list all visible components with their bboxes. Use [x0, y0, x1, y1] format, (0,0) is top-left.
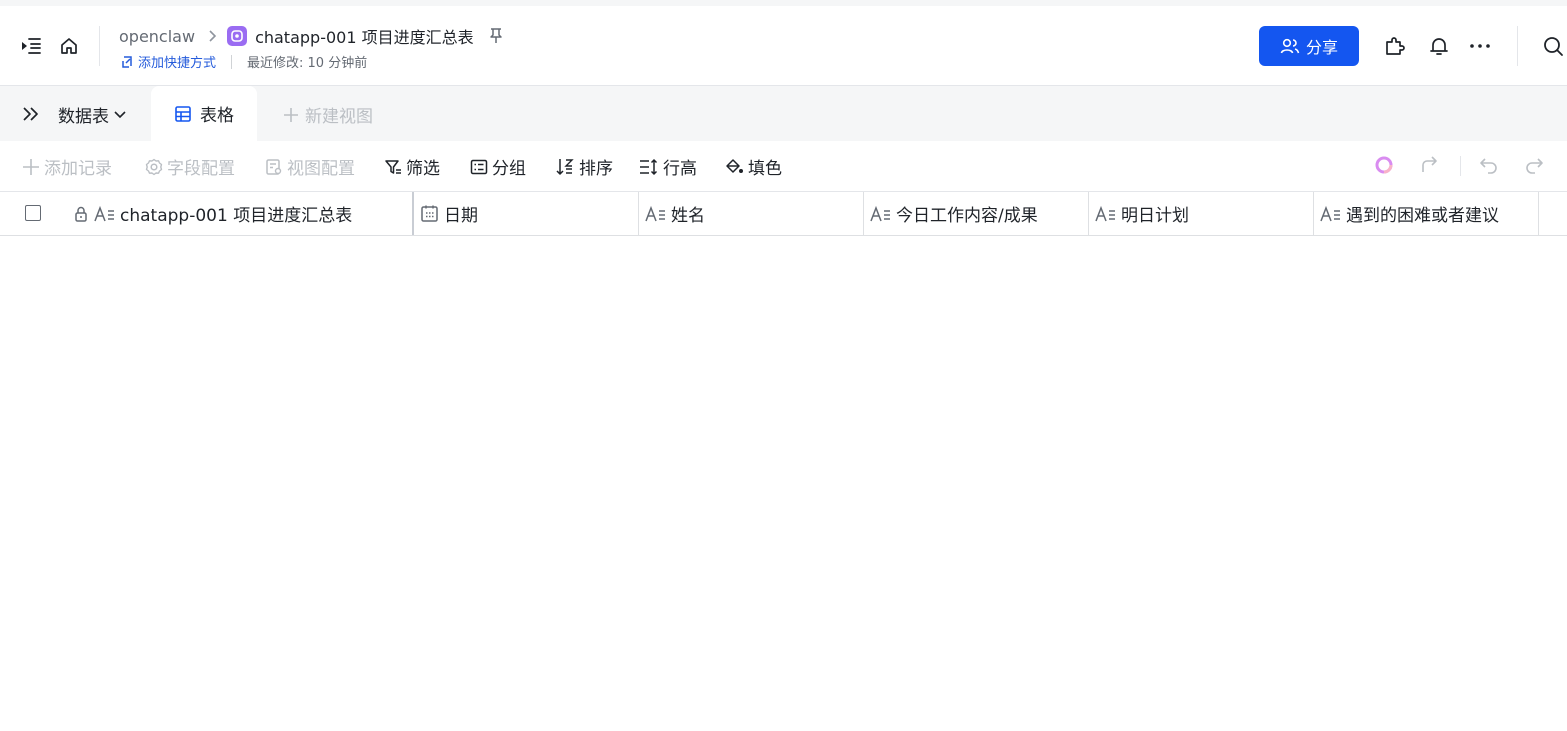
grid-view-icon: [175, 105, 191, 122]
column-header-label: 姓名: [671, 206, 705, 226]
new-view-label: 新建视图: [305, 107, 373, 127]
more-icon[interactable]: [1469, 36, 1491, 56]
shortcut-icon: [122, 55, 132, 68]
text-field-icon: [94, 205, 116, 223]
text-field-icon: [1320, 205, 1342, 223]
paint-bucket-icon: [726, 158, 743, 173]
share-out-icon[interactable]: [1420, 155, 1440, 175]
sidebar-toggle-icon[interactable]: [20, 36, 42, 56]
row-height-label: 行高: [663, 159, 697, 179]
field-config-label: 字段配置: [167, 159, 235, 179]
column-header-label: chatapp-001 项目进度汇总表: [120, 206, 353, 226]
share-users-icon: [1280, 38, 1300, 54]
datasheet-label: 数据表: [58, 107, 109, 127]
view-settings-icon: [266, 158, 282, 175]
column-header-primary[interactable]: chatapp-001 项目进度汇总表: [70, 192, 414, 235]
add-shortcut-link[interactable]: 添加快捷方式: [120, 52, 216, 71]
group-icon: [470, 159, 488, 174]
plus-icon: [284, 107, 298, 122]
chevron-right-icon: [207, 29, 217, 43]
text-field-icon: [645, 205, 667, 223]
view-toolbar: 添加记录 字段配置 视图配置 筛选 分组 排序 行高 填色: [0, 141, 1567, 192]
tab-grid-view[interactable]: 表格: [151, 86, 257, 141]
home-icon[interactable]: [59, 36, 79, 56]
base-app-icon: [227, 26, 248, 46]
undo-icon[interactable]: [1479, 155, 1499, 175]
group-button[interactable]: 分组: [470, 154, 526, 179]
doc-subline: 添加快捷方式 最近修改: 10 分钟前: [120, 52, 367, 71]
header-divider-right: [1517, 26, 1518, 66]
row-height-icon: [640, 158, 658, 175]
last-modified-text: 最近修改: 10 分钟前: [247, 56, 368, 71]
plus-icon: [23, 158, 39, 175]
filter-label: 筛选: [406, 159, 440, 179]
new-view-button[interactable]: 新建视图: [283, 102, 373, 127]
fill-color-button[interactable]: 填色: [724, 154, 782, 179]
redo-icon[interactable]: [1524, 155, 1544, 175]
grid-body-empty: [0, 236, 1567, 731]
toolbar-divider: [1460, 156, 1461, 176]
column-header-label: 今日工作内容/成果: [896, 206, 1038, 226]
share-button[interactable]: 分享: [1259, 26, 1359, 66]
chevron-down-icon: [114, 110, 126, 118]
field-config-button[interactable]: 字段配置: [145, 154, 235, 179]
plugin-icon[interactable]: [1384, 35, 1406, 57]
fill-color-label: 填色: [748, 159, 782, 179]
breadcrumb: openclaw chatapp-001 项目进度汇总表: [119, 24, 504, 48]
filter-button[interactable]: 筛选: [384, 154, 440, 179]
column-header-label: 明日计划: [1121, 206, 1189, 226]
sort-icon: [556, 158, 574, 175]
row-height-button[interactable]: 行高: [639, 154, 697, 179]
lock-icon: [72, 205, 90, 223]
share-label: 分享: [1305, 38, 1338, 57]
filter-icon: [385, 159, 401, 174]
view-config-label: 视图配置: [287, 159, 355, 179]
doc-title[interactable]: chatapp-001 项目进度汇总表: [255, 24, 474, 48]
column-header-difficulties[interactable]: 遇到的困难或者建议: [1314, 192, 1539, 235]
gear-icon: [145, 158, 163, 175]
column-header-name[interactable]: 姓名: [639, 192, 864, 235]
column-header-today-work[interactable]: 今日工作内容/成果: [864, 192, 1089, 235]
group-label: 分组: [492, 159, 526, 179]
column-header-tomorrow-plan[interactable]: 明日计划: [1089, 192, 1314, 235]
sort-label: 排序: [579, 159, 613, 179]
ai-assistant-icon[interactable]: [1374, 155, 1394, 175]
breadcrumb-root[interactable]: openclaw: [119, 27, 195, 46]
column-header-date[interactable]: 日期: [414, 192, 639, 235]
column-header-label: 遇到的困难或者建议: [1346, 206, 1499, 226]
sort-button[interactable]: 排序: [555, 154, 613, 179]
view-tab-bar: 数据表 表格 新建视图: [0, 86, 1567, 141]
add-shortcut-label: 添加快捷方式: [138, 56, 217, 71]
header-divider: [99, 26, 100, 66]
search-icon[interactable]: [1542, 35, 1564, 57]
calendar-icon: [420, 205, 440, 223]
column-header-label: 日期: [444, 206, 478, 226]
text-field-icon: [870, 205, 892, 223]
header-bar: openclaw chatapp-001 项目进度汇总表 添加快捷方式 最近修改…: [0, 6, 1567, 86]
view-config-button[interactable]: 视图配置: [265, 154, 355, 179]
pin-icon[interactable]: [488, 27, 504, 45]
tab-grid-view-label: 表格: [200, 106, 234, 126]
text-field-icon: [1095, 205, 1117, 223]
expand-sidebar-icon[interactable]: [20, 104, 42, 128]
datasheet-dropdown[interactable]: 数据表: [58, 102, 127, 127]
select-all-checkbox[interactable]: [25, 205, 41, 221]
bell-icon[interactable]: [1428, 35, 1450, 57]
add-record-button[interactable]: 添加记录: [22, 154, 112, 179]
subline-divider: [231, 54, 233, 69]
add-record-label: 添加记录: [44, 159, 112, 179]
grid-header-row: chatapp-001 项目进度汇总表 日期 姓名 今日工作内容/成果 明日计划…: [0, 192, 1567, 236]
